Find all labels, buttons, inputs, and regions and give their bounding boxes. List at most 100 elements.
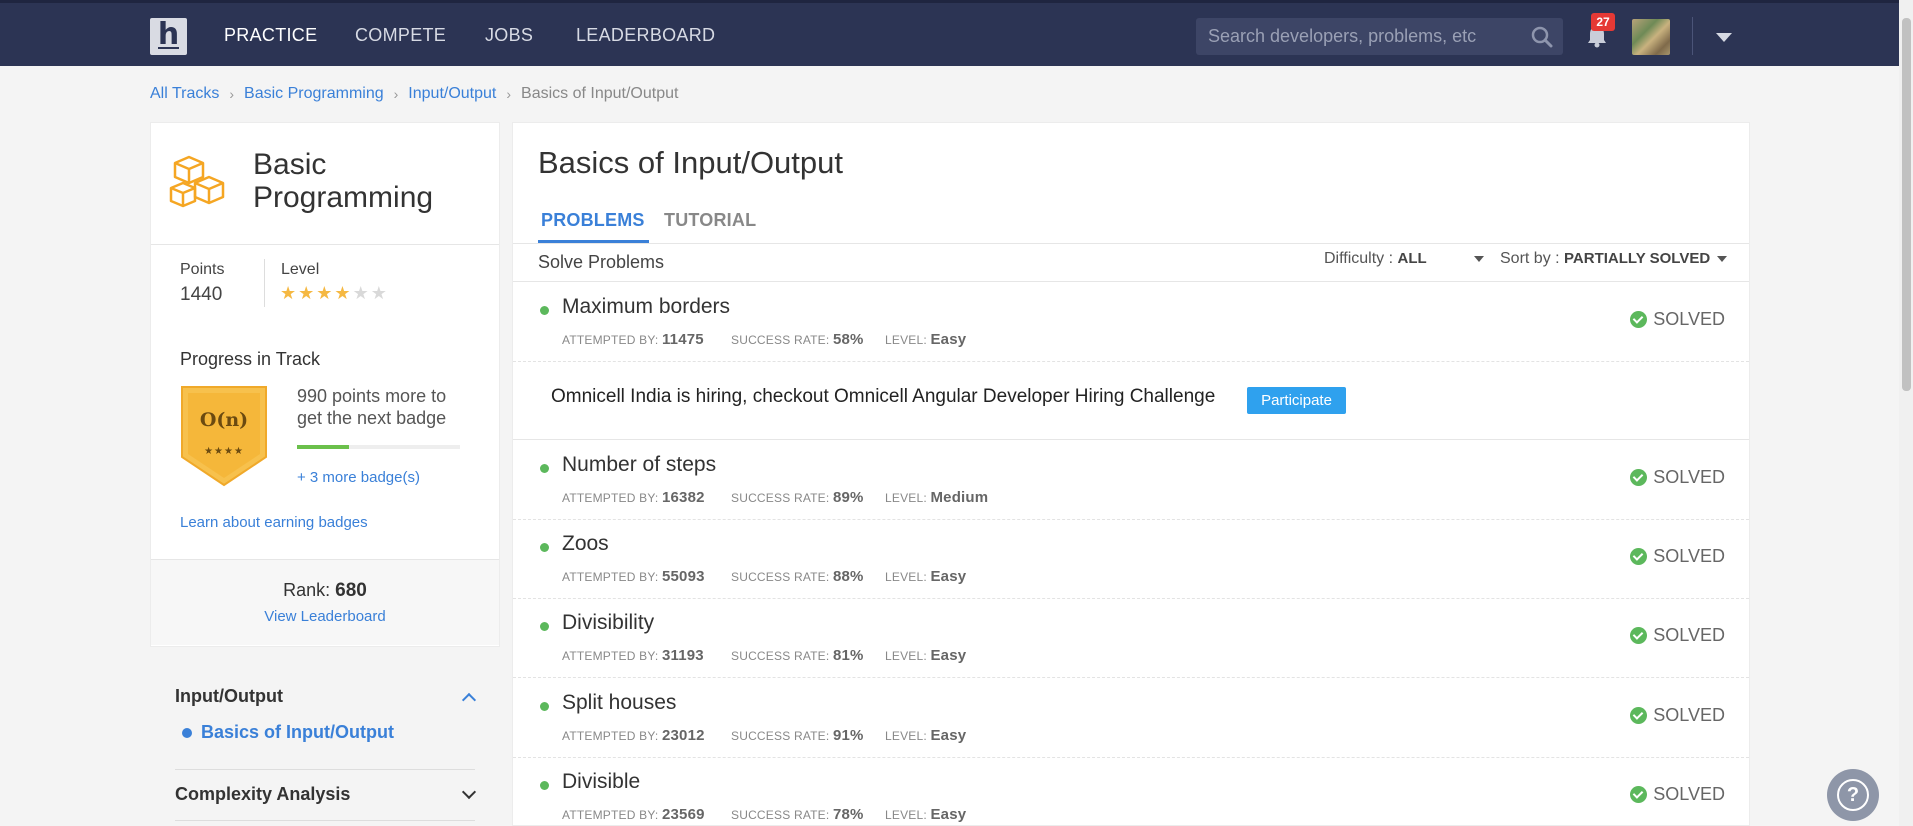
level-label: Level xyxy=(281,261,320,278)
problem-title[interactable]: Zoos xyxy=(562,532,609,556)
divider xyxy=(175,769,475,770)
question-icon: ? xyxy=(1837,779,1869,811)
chevron-right-icon: › xyxy=(393,86,399,102)
success-rate: SUCCESS RATE: 58% xyxy=(731,331,864,348)
solved-status: SOLVED xyxy=(1630,309,1725,330)
participate-button[interactable]: Participate xyxy=(1247,387,1346,414)
problem-row[interactable]: Zoos ATTEMPTED BY: 55093 SUCCESS RATE: 88%… xyxy=(513,519,1749,599)
solved-status: SOLVED xyxy=(1630,784,1725,805)
more-badges-link[interactable]: + 3 more badge(s) xyxy=(297,469,420,486)
nav-compete[interactable]: COMPETE xyxy=(355,25,446,46)
chevron-down-icon[interactable] xyxy=(1716,33,1732,42)
attempted-by: ATTEMPTED BY: 16382 xyxy=(562,489,705,506)
nav-practice[interactable]: PRACTICE xyxy=(224,25,317,46)
badge-progress-fill xyxy=(297,445,350,449)
problem-title[interactable]: Divisibility xyxy=(562,611,654,635)
problem-level: LEVEL: Easy xyxy=(885,727,967,744)
breadcrumb-basic-programming[interactable]: Basic Programming xyxy=(244,85,384,103)
success-rate: SUCCESS RATE: 78% xyxy=(731,806,864,823)
check-circle-icon xyxy=(1630,627,1648,644)
breadcrumb: All Tracks › Basic Programming › Input/O… xyxy=(150,85,678,103)
search-icon[interactable] xyxy=(1531,26,1553,48)
tab-tutorial[interactable]: TUTORIAL xyxy=(664,210,756,231)
problem-title[interactable]: Divisible xyxy=(562,770,640,794)
solved-status: SOLVED xyxy=(1630,467,1725,488)
user-avatar[interactable] xyxy=(1632,19,1670,55)
problem-row[interactable]: Number of steps ATTEMPTED BY: 16382 SUCCES… xyxy=(513,440,1749,520)
divider xyxy=(513,243,1749,244)
help-button[interactable]: ? xyxy=(1827,769,1879,821)
top-navbar: h PRACTICE COMPETE JOBS LEADERBOARD 27 xyxy=(0,0,1913,66)
success-rate: SUCCESS RATE: 91% xyxy=(731,727,864,744)
status-dot xyxy=(540,306,549,315)
hackerearth-logo[interactable]: h xyxy=(150,18,187,55)
star-icon: ★ xyxy=(334,283,353,303)
rank-box: Rank: 680 View Leaderboard xyxy=(151,559,499,645)
breadcrumb-all-tracks[interactable]: All Tracks xyxy=(150,85,219,103)
view-leaderboard-link[interactable]: View Leaderboard xyxy=(151,608,499,625)
chevron-right-icon: › xyxy=(506,86,512,102)
track-title: Basic Programming xyxy=(253,148,434,214)
breadcrumb-current: Basics of Input/Output xyxy=(521,85,679,102)
difficulty-filter[interactable]: Difficulty : ALL xyxy=(1324,250,1485,268)
nav-jobs[interactable]: JOBS xyxy=(485,25,533,46)
level-stars: ★★★★★★ xyxy=(280,283,389,304)
divider xyxy=(264,259,265,307)
active-dot xyxy=(182,727,192,738)
problem-row[interactable]: Split houses ATTEMPTED BY: 23012 SUCCESS R… xyxy=(513,678,1749,758)
success-rate: SUCCESS RATE: 81% xyxy=(731,647,864,664)
problem-row[interactable]: Divisibility ATTEMPTED BY: 31193 SUCCESS R… xyxy=(513,598,1749,678)
check-circle-icon xyxy=(1630,548,1648,565)
learn-badges-link[interactable]: Learn about earning badges xyxy=(180,514,368,531)
status-dot xyxy=(540,781,549,790)
tab-problems[interactable]: PROBLEMS xyxy=(541,210,645,231)
track-card: Basic Programming Points 1440 Level ★★★★… xyxy=(150,122,500,647)
badge-stars: ★★★★ xyxy=(204,446,244,457)
star-icon: ★ xyxy=(316,283,335,303)
status-dot xyxy=(540,464,549,473)
problem-level: LEVEL: Easy xyxy=(885,568,967,585)
check-circle-icon xyxy=(1630,707,1648,724)
check-circle-icon xyxy=(1630,311,1648,328)
attempted-by: ATTEMPTED BY: 31193 xyxy=(562,647,704,664)
hiring-banner: Omnicell India is hiring, checkout Omnic… xyxy=(513,361,1749,440)
page-title: Basics of Input/Output xyxy=(538,145,844,180)
sidebar-item-basics-io[interactable]: Basics of Input/Output xyxy=(182,722,394,743)
status-dot xyxy=(540,702,549,711)
search-input[interactable] xyxy=(1208,18,1528,55)
breadcrumb-input-output[interactable]: Input/Output xyxy=(408,85,496,103)
problem-level: LEVEL: Medium xyxy=(885,489,989,506)
problem-row[interactable]: Divisible ATTEMPTED BY: 23569 SUCCESS RATE… xyxy=(513,757,1749,826)
solve-problems-label: Solve Problems xyxy=(538,252,665,272)
sort-by-filter[interactable]: Sort by : PARTIALLY SOLVED xyxy=(1500,250,1727,268)
rank-text: Rank: 680 xyxy=(283,580,367,601)
star-icon: ★ xyxy=(280,283,299,303)
success-rate: SUCCESS RATE: 89% xyxy=(731,489,864,506)
section-complexity-analysis[interactable]: Complexity Analysis xyxy=(175,784,350,805)
chevron-right-icon: › xyxy=(229,86,235,102)
star-icon: ★ xyxy=(370,283,389,303)
track-header: Basic Programming xyxy=(151,123,499,245)
progress-label: Progress in Track xyxy=(180,349,321,369)
chevron-up-icon[interactable] xyxy=(461,692,477,708)
success-rate: SUCCESS RATE: 88% xyxy=(731,568,864,585)
check-circle-icon xyxy=(1630,786,1648,803)
notification-count-badge[interactable]: 27 xyxy=(1591,13,1615,31)
problem-level: LEVEL: Easy xyxy=(885,331,967,348)
scrollbar-thumb[interactable] xyxy=(1902,18,1911,391)
problem-title[interactable]: Number of steps xyxy=(562,453,716,477)
problem-title[interactable]: Split houses xyxy=(562,691,676,715)
problem-level: LEVEL: Easy xyxy=(885,647,967,664)
next-badge-text: 990 points more to get the next badge xyxy=(297,386,447,428)
status-dot xyxy=(540,543,549,552)
chevron-down-icon[interactable] xyxy=(461,784,477,800)
problem-title[interactable]: Maximum borders xyxy=(562,295,730,319)
hiring-banner-text: Omnicell India is hiring, checkout Omnic… xyxy=(551,386,1216,407)
nav-divider xyxy=(1692,17,1693,55)
problem-row[interactable]: Maximum borders ATTEMPTED BY: 11475 SUCCES… xyxy=(513,282,1749,362)
points-label: Points xyxy=(180,261,225,278)
attempted-by: ATTEMPTED BY: 23012 xyxy=(562,727,705,744)
section-input-output[interactable]: Input/Output xyxy=(175,686,283,707)
nav-leaderboard[interactable]: LEADERBOARD xyxy=(576,25,715,46)
solved-status: SOLVED xyxy=(1630,705,1725,726)
